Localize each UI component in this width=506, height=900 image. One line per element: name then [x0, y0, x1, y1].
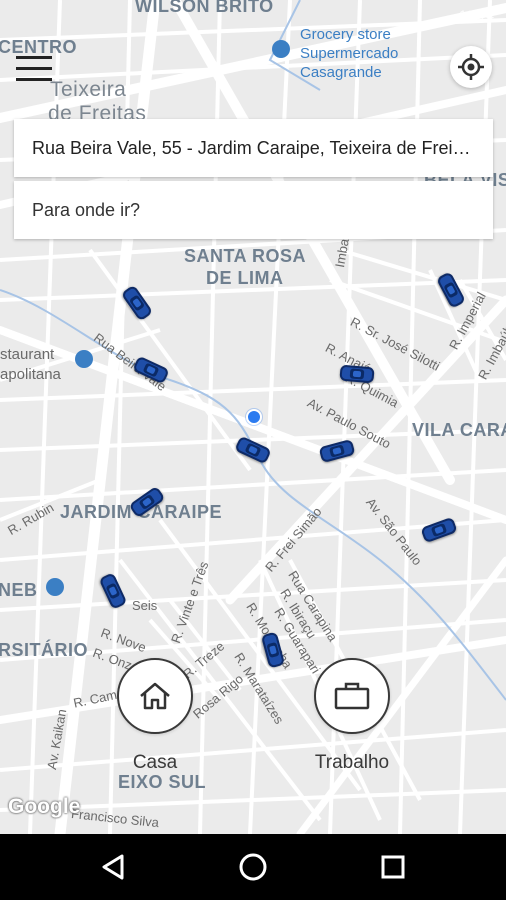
pickup-address-field[interactable]: Rua Beira Vale, 55 - Jardim Caraipe, Tei…	[14, 119, 493, 177]
square-recents-icon	[381, 855, 405, 879]
map-label-poi: apolitana	[0, 366, 61, 383]
map-label-street: Seis	[132, 598, 158, 613]
my-location-icon	[458, 54, 484, 80]
map-label-poi: Supermercado	[300, 45, 399, 62]
my-location-button[interactable]	[450, 46, 492, 88]
home-nav-button[interactable]	[232, 846, 274, 888]
destination-field[interactable]: Para onde ir?	[14, 181, 493, 239]
map-label-city: Teixeira	[50, 78, 127, 101]
house-icon	[140, 682, 170, 710]
map-label-district: DE LIMA	[206, 268, 284, 288]
menu-button[interactable]	[16, 56, 54, 84]
restaurant-pin-icon	[75, 350, 93, 368]
home-shortcut-button[interactable]	[117, 658, 193, 734]
map-label-district: NEB	[0, 580, 38, 600]
google-logo: Google	[8, 795, 81, 818]
map-label-district: SANTA ROSA	[184, 246, 306, 266]
map-label-district: RSITÁRIO	[0, 640, 89, 660]
work-shortcut-label: Trabalho	[314, 752, 390, 773]
briefcase-icon	[334, 682, 370, 710]
school-pin-icon	[46, 578, 64, 596]
map-label-district: VILA CARA	[412, 420, 506, 440]
current-location-dot	[246, 409, 262, 425]
back-triangle-icon	[102, 854, 124, 880]
vehicle-marker[interactable]	[339, 364, 375, 384]
map-label-poi: staurant	[0, 346, 55, 363]
grocery-pin-icon	[272, 40, 290, 58]
map-label-district: EIXO SUL	[118, 772, 207, 792]
destination-placeholder: Para onde ir?	[32, 199, 141, 220]
map-label-poi: Casagrande	[300, 64, 382, 81]
system-navigation-bar	[0, 834, 506, 900]
hamburger-menu-icon	[16, 56, 52, 59]
circle-home-icon	[239, 853, 267, 881]
pickup-address-text: Rua Beira Vale, 55 - Jardim Caraipe, Tei…	[32, 137, 475, 158]
home-shortcut-label: Casa	[132, 752, 178, 773]
back-nav-button[interactable]	[92, 846, 134, 888]
status-time: 13:14	[458, 7, 494, 23]
status-bar: 13:14	[0, 0, 506, 30]
hamburger-menu-icon	[16, 67, 52, 70]
map-label-district: CENTRO	[0, 37, 77, 57]
hamburger-menu-icon	[16, 78, 52, 81]
work-shortcut-button[interactable]	[314, 658, 390, 734]
recents-nav-button[interactable]	[372, 846, 414, 888]
